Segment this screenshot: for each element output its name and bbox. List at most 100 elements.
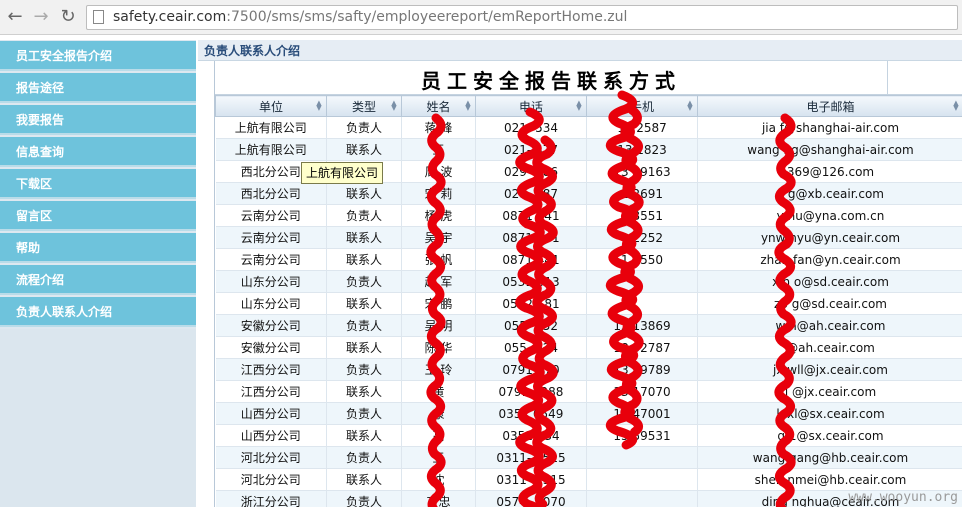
cell-unit: 山东分公司: [215, 292, 327, 315]
grid-caption: 员工安全报告联系方式: [215, 61, 962, 95]
cell-unit: 浙江分公司: [215, 490, 327, 507]
cell-unit: 上航有限公司: [215, 116, 327, 139]
cell-email: k xl@sx.ceair.com: [697, 402, 962, 425]
address-bar[interactable]: safety.ceair.com:7500/sms/sms/safty/empl…: [86, 5, 958, 30]
cell-mobile: [586, 446, 698, 469]
cell-type: 联系人: [326, 380, 402, 403]
cell-type: 联系人: [326, 248, 402, 271]
table-row[interactable]: 山东分公司 联系人宋 鹏 0532 181 zp g@sd.ceair.com: [215, 292, 962, 315]
sidebar-item-process[interactable]: 流程介绍: [0, 265, 196, 295]
caption-divider: [887, 61, 888, 94]
cell-type: 负责人: [326, 204, 402, 227]
sidebar-item-downloads[interactable]: 下载区: [0, 169, 196, 199]
cell-mobile: 13 17070: [586, 380, 698, 403]
sidebar-item-report-channels[interactable]: 报告途径: [0, 73, 196, 103]
sidebar-item-intro[interactable]: 员工安全报告介绍: [0, 41, 196, 71]
column-header-mobile[interactable]: 手机 ▲ ▼: [586, 95, 698, 117]
cell-mobile: [586, 292, 698, 315]
cell-unit: 西北分公司: [215, 182, 327, 205]
watermark: www.wooyun.org: [848, 490, 958, 505]
table-row[interactable]: 江西分公司 负责人王 玲 0791 070 13 19789 jx wll@jx.cea…: [215, 358, 962, 381]
cell-unit: 江西分公司: [215, 358, 327, 381]
column-header-unit[interactable]: 单位 ▲ ▼: [215, 95, 327, 117]
browser-toolbar: ← → ↻ safety.ceair.com:7500/sms/sms/saft…: [0, 0, 962, 35]
table-row[interactable]: 上航有限公司 联系人王 021- 577 13 1823 wang ng@shangh…: [215, 138, 962, 161]
cell-phone: 021- 534: [475, 116, 587, 139]
cell-email: w n@ah.ceair.com: [697, 314, 962, 337]
column-header-name[interactable]: 姓名 ▲ ▼: [401, 95, 476, 117]
sidebar-item-help[interactable]: 帮助: [0, 233, 196, 263]
cell-mobile: 13 47001: [586, 402, 698, 425]
cell-type: 负责人: [326, 490, 402, 507]
cell-mobile: [586, 468, 698, 491]
table-row[interactable]: 云南分公司 联系人张 帆 0871 441 1 7550 zhan fan@yn.cea…: [215, 248, 962, 271]
cell-unit: 上航有限公司: [215, 138, 327, 161]
back-button[interactable]: ←: [4, 6, 26, 28]
column-header-label: 单位: [258, 99, 283, 114]
forward-button[interactable]: →: [30, 6, 52, 28]
cell-name: 宋 莉: [401, 182, 476, 205]
reload-button[interactable]: ↻: [57, 6, 79, 28]
table-row[interactable]: 安徽分公司 联系人陈 华 055- 924 18 52787 @ah.ceair.co…: [215, 336, 962, 359]
cell-mobile: 18 52787: [586, 336, 698, 359]
cell-unit: 安徽分公司: [215, 336, 327, 359]
table-row[interactable]: 河北分公司 联系人沈 0311- 1515 shen nmei@hb.ceair.c…: [215, 468, 962, 491]
cell-mobile: 1 3551: [586, 204, 698, 227]
cell-phone: 0311- 1515: [475, 468, 587, 491]
cell-phone: 029- 087: [475, 182, 587, 205]
grid-title: 员工安全报告联系方式: [421, 69, 681, 93]
table-row[interactable]: 河北分公司 负责人王 0311- 1515 wang gang@hb.ceair.c…: [215, 446, 962, 469]
sidebar-item-label: 我要报告: [16, 113, 65, 127]
sidebar-item-label: 下载区: [16, 177, 53, 191]
cell-mobile: 13 13869: [586, 314, 698, 337]
cell-name: 王: [401, 446, 476, 469]
cell-phone: 021- 577: [475, 138, 587, 161]
column-header-label: 电话: [518, 99, 543, 114]
table-row[interactable]: 江西分公司 联系人黄 0791 1288 13 17070 j @jx.ceair.c…: [215, 380, 962, 403]
column-header-phone[interactable]: 电话 ▲ ▼: [475, 95, 587, 117]
table-row[interactable]: 云南分公司 联系人吴 宇 0871 441 1 2252 ynw nyu@yn.ceai…: [215, 226, 962, 249]
cell-type: 联系人: [326, 336, 402, 359]
sidebar-item-label: 留言区: [16, 209, 53, 223]
column-header-type[interactable]: 类型 ▲ ▼: [326, 95, 402, 117]
cell-email: j @jx.ceair.com: [697, 380, 962, 403]
cell-type: 负责人: [326, 270, 402, 293]
sort-icon: ▲ ▼: [316, 99, 322, 112]
cell-name: 宋 鹏: [401, 292, 476, 315]
sidebar-item-label: 员工安全报告介绍: [16, 49, 113, 63]
cell-type: 负责人: [326, 314, 402, 337]
cell-email: wang ng@shanghai-air.com: [697, 138, 962, 161]
arrow-left-icon: ←: [7, 6, 23, 27]
table-row[interactable]: 西北分公司 联系人宋 莉 029- 087 1 2691 x g@xb.ceair.co…: [215, 182, 962, 205]
column-header-label: 电子邮箱: [806, 99, 855, 114]
table-row[interactable]: 山西分公司 负责人康 0351 6549 13 47001 k xl@sx.ceair…: [215, 402, 962, 425]
sidebar-filler: [0, 329, 196, 507]
cell-mobile: 15 59531: [586, 424, 698, 447]
table-row[interactable]: 山西分公司 联系人高 0351 134 15 59531 g 1@sx.ceair.c…: [215, 424, 962, 447]
sort-icon: ▲ ▼: [391, 99, 397, 112]
cell-name: 张 帆: [401, 248, 476, 271]
column-header-label: 姓名: [426, 99, 451, 114]
cell-unit: 云南分公司: [215, 204, 327, 227]
sidebar-item-info-query[interactable]: 信息查询: [0, 137, 196, 167]
table-row[interactable]: 安徽分公司 负责人吴 明 055- 452 13 13869 w n@ah.ceair.…: [215, 314, 962, 337]
cell-email: 369@126.com: [697, 160, 962, 183]
cell-email: g 1@sx.ceair.com: [697, 424, 962, 447]
table-row[interactable]: 云南分公司 负责人杨 虎 0871 441 1 3551 y hu@yna.com.cn: [215, 204, 962, 227]
sidebar-item-messages[interactable]: 留言区: [0, 201, 196, 231]
sidebar-item-contacts[interactable]: 负责人联系人介绍: [0, 297, 196, 327]
cell-phone: 0351 134: [475, 424, 587, 447]
table-row[interactable]: 山东分公司 负责人赵 军 0531 013 xin o@sd.ceair.com: [215, 270, 962, 293]
cell-unit: 山西分公司: [215, 424, 327, 447]
cell-email: y hu@yna.com.cn: [697, 204, 962, 227]
sidebar-item-label: 负责人联系人介绍: [16, 305, 113, 319]
sidebar-item-label: 信息查询: [16, 145, 65, 159]
cell-email: wang gang@hb.ceair.com: [697, 446, 962, 469]
sidebar-item-submit-report[interactable]: 我要报告: [0, 105, 196, 135]
cell-mobile: [586, 270, 698, 293]
table-row[interactable]: 上航有限公司 负责人蒋 峰 021- 534 13 2587 jia f@shangha…: [215, 116, 962, 139]
cell-name: 赵 军: [401, 270, 476, 293]
column-header-email[interactable]: 电子邮箱 ▲ ▼: [697, 95, 962, 117]
cell-unit: 云南分公司: [215, 248, 327, 271]
cell-phone: 0791 1288: [475, 380, 587, 403]
